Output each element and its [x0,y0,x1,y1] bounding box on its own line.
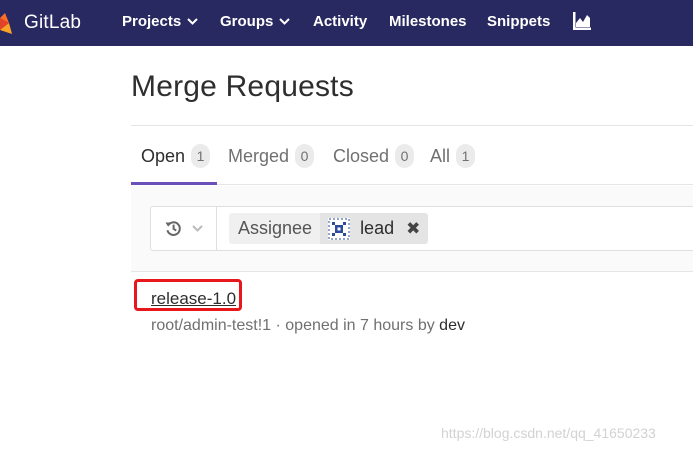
recent-searches-dropdown[interactable] [151,207,217,250]
nav-analytics[interactable] [573,12,591,30]
tab-open-label: Open [141,145,186,166]
tab-all[interactable]: All 1 [430,144,476,168]
nav-projects-label: Projects [122,13,182,30]
nav-groups-label: Groups [220,13,274,30]
nav-activity-label: Activity [313,13,368,30]
nav-projects[interactable]: Projects [122,13,198,30]
tab-open[interactable]: Open 1 [141,144,211,168]
nav-snippets[interactable]: Snippets [487,13,550,30]
tab-merged-label: Merged [228,145,290,166]
tab-closed[interactable]: Closed 0 [333,144,415,168]
chart-icon [573,12,591,30]
gitlab-logo[interactable]: GitLab [0,0,81,46]
filter-token-name: Assignee [229,213,321,244]
merge-request-meta: root/admin-test!1 · opened in 7 hours by… [151,317,465,335]
nav-milestones-label: Milestones [389,13,467,30]
merge-request-author-link[interactable]: dev [439,317,465,334]
tab-merged[interactable]: Merged 0 [228,144,315,168]
tab-merged-count: 0 [295,144,315,168]
merge-request-reference: root/admin-test!1 [151,317,272,334]
filter-token[interactable]: Assignee lead ✖ [229,213,429,244]
nav-snippets-label: Snippets [487,13,551,30]
chevron-down-icon [279,18,291,25]
page-title: Merge Requests [131,70,354,103]
chevron-down-icon [191,225,203,232]
gitlab-tanuki-icon [0,13,12,34]
close-icon[interactable]: ✖ [406,219,420,239]
history-icon [165,221,181,236]
tab-closed-count: 0 [395,144,415,168]
merge-request-title-link[interactable]: release-1.0 [151,289,236,309]
state-tabs: Open 1 Merged 0 Closed 0 All 1 [131,126,693,185]
nav-groups[interactable]: Groups [220,13,291,30]
brand-name: GitLab [24,12,82,33]
active-tab-indicator [131,182,217,185]
tab-closed-label: Closed [333,145,390,166]
chevron-down-icon [187,18,198,25]
merge-request-opened-text: · opened in 7 hours by [271,317,440,334]
tab-all-label: All [430,145,451,166]
tab-open-count: 1 [191,144,211,168]
filter-token-value: lead [360,218,395,238]
nav-milestones[interactable]: Milestones [389,13,467,30]
nav-activity[interactable]: Activity [313,13,367,30]
top-navbar: GitLab Projects Groups Activity Mileston… [0,0,693,46]
tab-all-count: 1 [456,144,476,168]
identicon-avatar [328,217,351,240]
watermark: https://blog.csdn.net/qq_41650233 [441,425,656,441]
filter-token-value-wrap: lead ✖ [320,213,429,244]
